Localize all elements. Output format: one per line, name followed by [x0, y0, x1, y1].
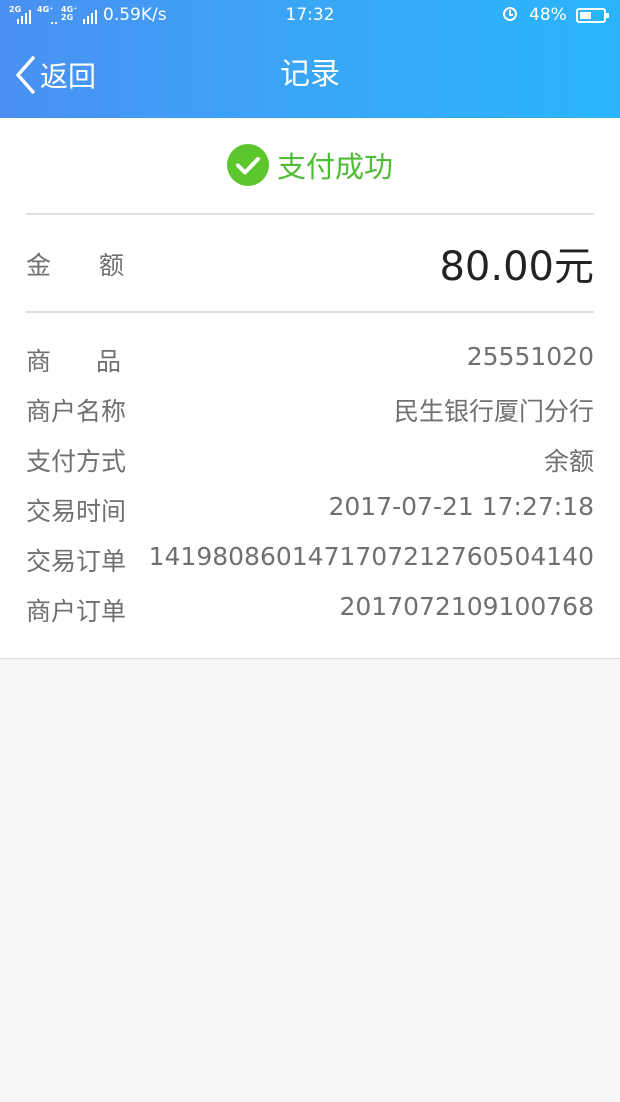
check-circle-icon [226, 144, 269, 186]
payment-status: 支付成功 [0, 144, 620, 186]
detail-label: 商户订单 [26, 597, 127, 626]
detail-value: 余额 [543, 447, 594, 476]
detail-value: 民生银行厦门分行 [393, 397, 594, 426]
detail-label: 交易订单 [26, 547, 127, 576]
divider [26, 311, 594, 313]
detail-row-transaction-order: 交易订单 1419808601471707212760504140 [26, 538, 594, 578]
battery-icon [576, 8, 609, 23]
detail-row-transaction-time: 交易时间 2017-07-21 17:27:18 [26, 488, 594, 528]
detail-label: 商品 [26, 347, 167, 376]
detail-label: 支付方式 [26, 447, 127, 476]
battery-percentage: 48% [529, 5, 567, 25]
divider [26, 213, 594, 215]
detail-row-payment-method: 支付方式 余额 [26, 438, 594, 478]
status-time: 17:32 [285, 5, 335, 25]
detail-value: 2017072109100768 [339, 592, 595, 621]
payment-status-text: 支付成功 [276, 150, 393, 184]
detail-value: 25551020 [466, 342, 594, 371]
detail-row-merchant-name: 商户名称 民生银行厦门分行 [26, 388, 594, 428]
app-header: 2G 4G⁺ 4G⁺ 2G 0.59K/s 17:32 48% 返回 记录 [0, 0, 620, 118]
detail-label: 交易时间 [26, 497, 127, 526]
detail-value: 1419808601471707212760504140 [148, 542, 594, 571]
page-title: 记录 [280, 57, 340, 92]
alarm-clock-icon [503, 7, 517, 21]
detail-row-merchant-order: 商户订单 2017072109100768 [26, 588, 594, 628]
status-bar: 2G 4G⁺ 4G⁺ 2G 0.59K/s 17:32 48% [0, 0, 620, 34]
detail-value: 2017-07-21 17:27:18 [328, 492, 594, 521]
payment-record-card: 支付成功 金额 80.00元 商品 25551020 商户名称 民生银行厦门分行… [0, 118, 620, 659]
amount-value: 80.00元 [439, 244, 594, 290]
amount-row: 金额 80.00元 [26, 234, 594, 290]
detail-label: 商户名称 [26, 397, 127, 426]
amount-label: 金额 [26, 251, 173, 280]
detail-row-product: 商品 25551020 [26, 338, 594, 378]
